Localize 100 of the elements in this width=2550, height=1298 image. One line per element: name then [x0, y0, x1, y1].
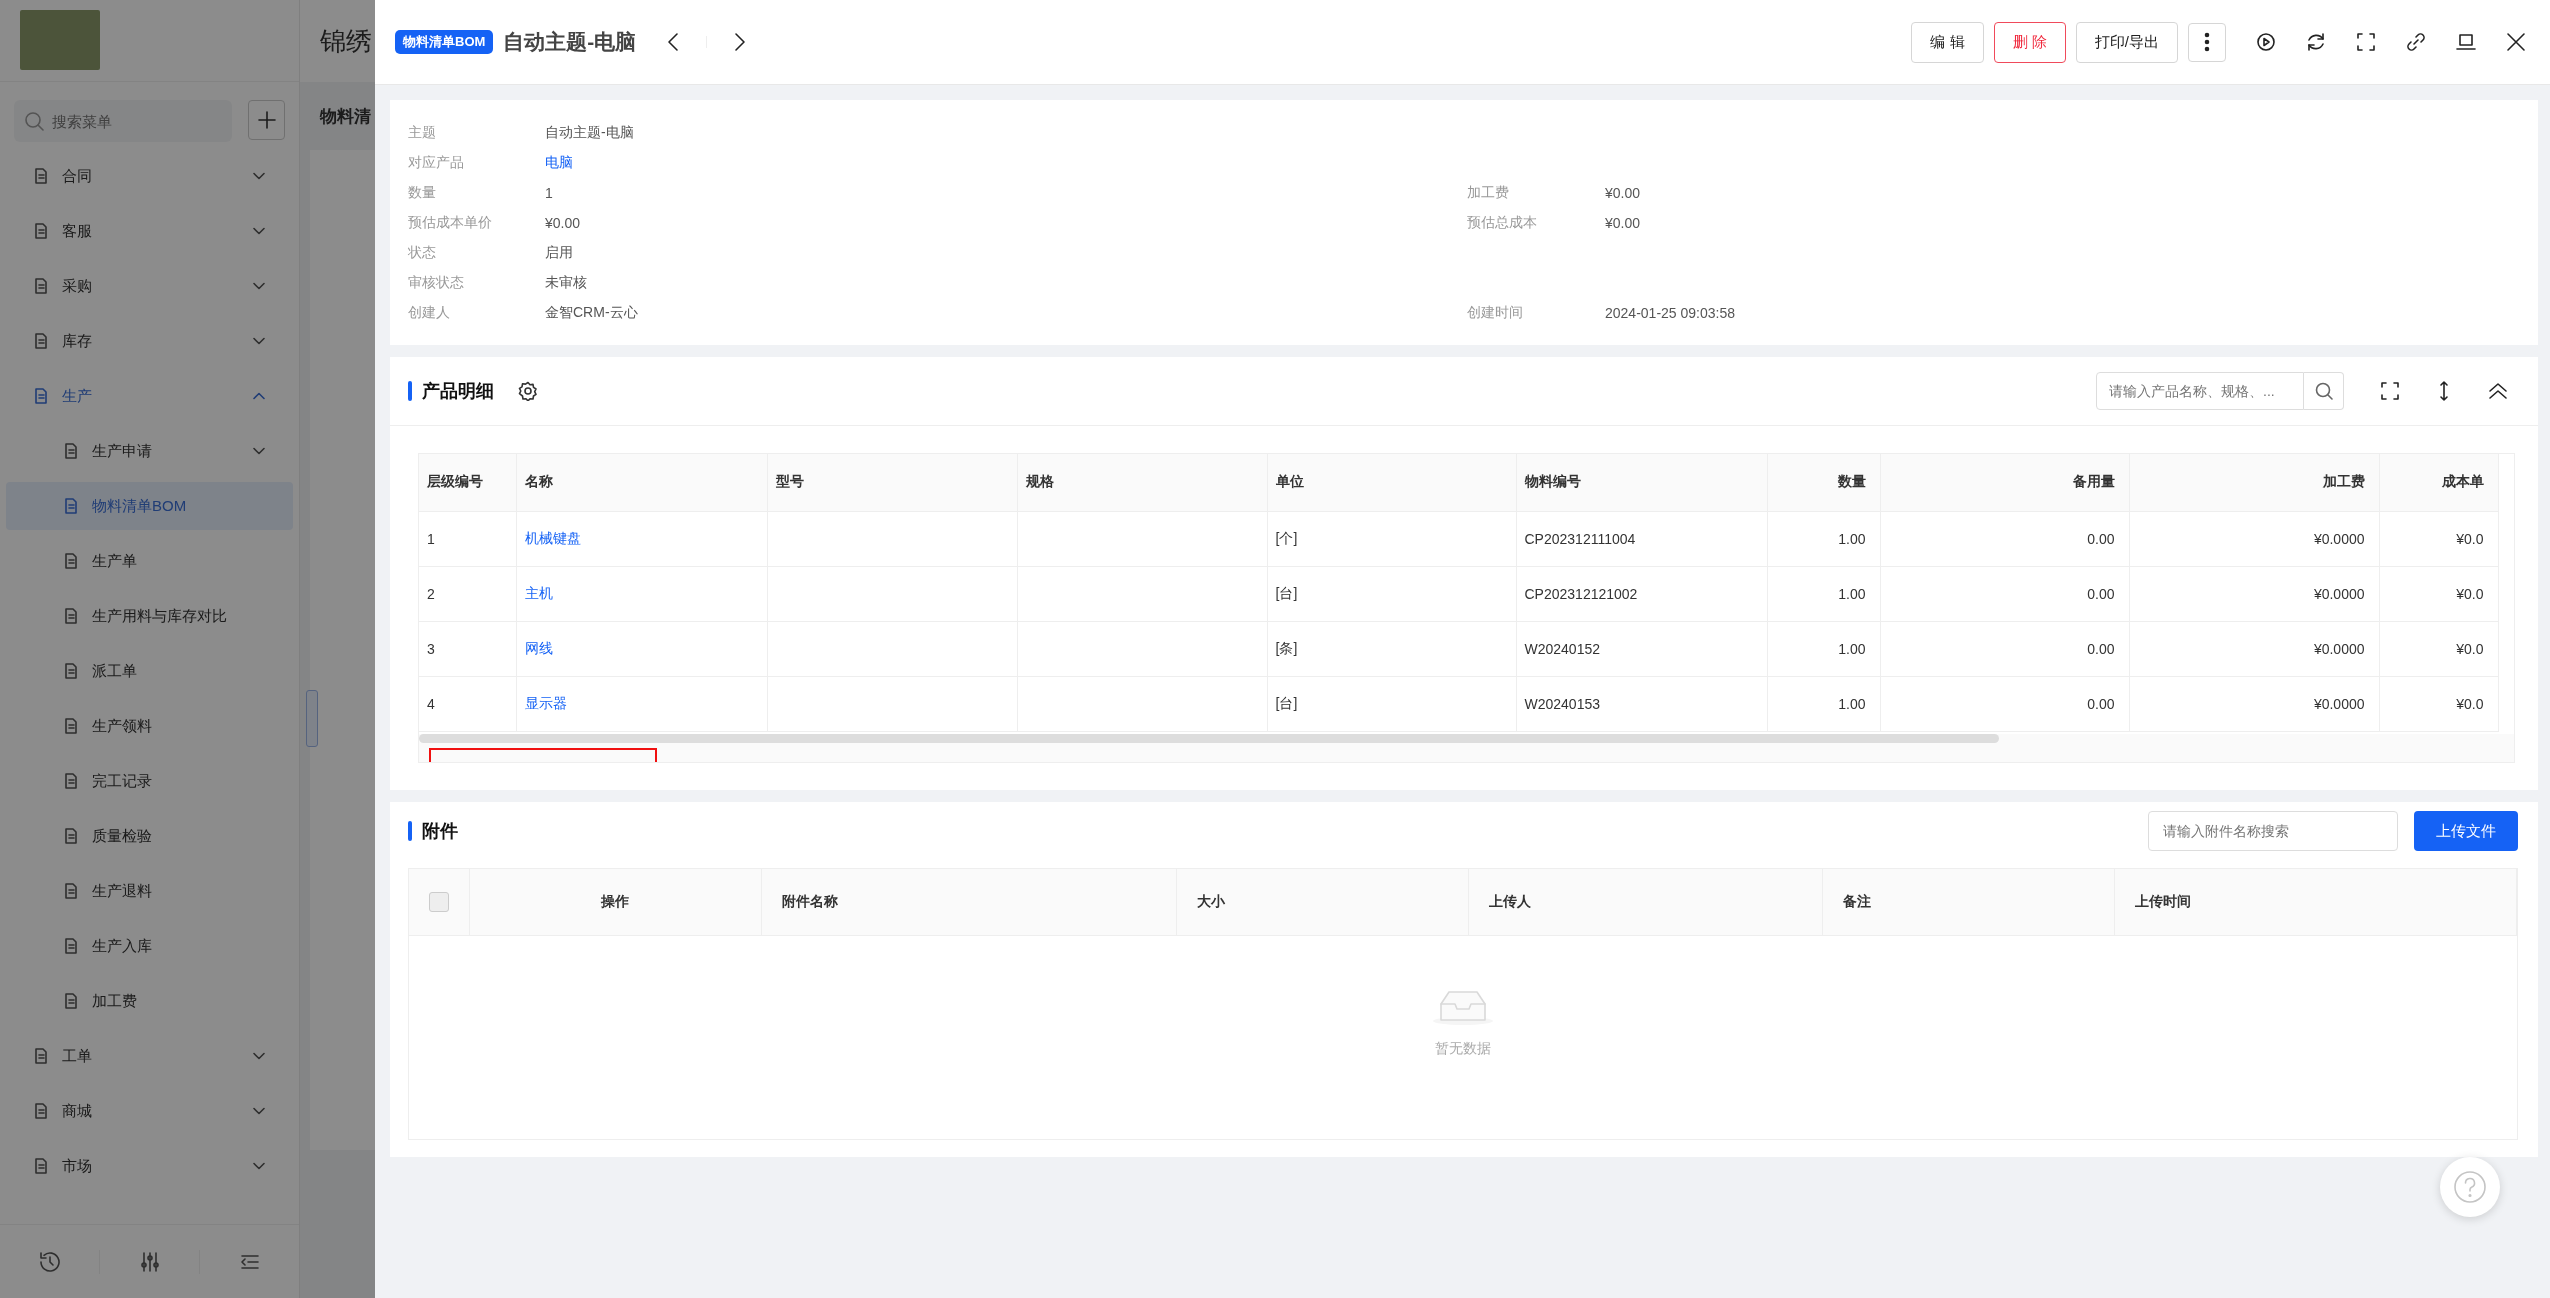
column-header: 单位 — [1275, 473, 1304, 490]
field-link[interactable]: 电脑 — [545, 154, 573, 172]
field-value: 启用 — [545, 244, 573, 262]
laptop-icon — [2455, 31, 2477, 53]
table-cell: ¥0.0 — [2456, 640, 2484, 657]
menu-item[interactable]: 采购 — [6, 262, 293, 310]
column-header: 上传时间 — [2134, 892, 2191, 909]
product-link[interactable]: 显示器 — [524, 694, 567, 711]
field-value: 自动主题-电脑 — [545, 124, 634, 142]
document-icon — [64, 938, 78, 954]
table-cell: 0.00 — [2087, 530, 2115, 547]
table-cell: 0.00 — [2087, 585, 2115, 602]
menu-item[interactable]: 派工单 — [6, 647, 293, 695]
delete-button[interactable]: 删 除 — [1993, 21, 2066, 63]
scrollbar-thumb[interactable] — [419, 733, 1999, 743]
table-cell: 0.00 — [2087, 695, 2115, 712]
section-title: 产品明细 — [422, 380, 494, 403]
field-value: 1 — [545, 185, 553, 201]
table-cell: [台] — [1275, 584, 1298, 601]
menu-item[interactable]: 客服 — [6, 207, 293, 255]
column-header: 成本单 — [2441, 473, 2484, 490]
empty-state-text: 暂无数据 — [1435, 1039, 1491, 1058]
chevron-down-icon — [253, 227, 265, 235]
table-cell: 3 — [427, 640, 435, 657]
table-cell: ¥0.0 — [2456, 695, 2484, 712]
fullscreen-icon — [2355, 31, 2377, 53]
table-cell: 1.00 — [1838, 640, 1866, 657]
action-button[interactable]: 打印/导出 — [2075, 21, 2178, 63]
document-icon — [64, 663, 78, 679]
menu-item[interactable]: 物料清单BOM — [6, 482, 293, 530]
menu-item[interactable]: 商城 — [6, 1087, 293, 1135]
search-field[interactable]: 请输入附件名称搜索 — [2148, 811, 2398, 851]
menu-item[interactable]: 合同 — [6, 152, 293, 200]
document-icon — [64, 553, 78, 569]
menu-item[interactable]: 完工记录 — [6, 757, 293, 805]
column-header: 名称 — [524, 473, 553, 490]
field-label: 对应产品 — [408, 154, 464, 172]
chevron-down-icon — [253, 282, 265, 290]
menu-item[interactable]: 生产 — [6, 372, 293, 420]
table-cell: ¥0.0 — [2456, 530, 2484, 547]
table-cell: 4 — [427, 695, 435, 712]
menu-item[interactable]: 生产退料 — [6, 867, 293, 915]
menu-item[interactable]: 生产申请 — [6, 427, 293, 475]
table-cell: [条] — [1275, 639, 1298, 656]
link-icon — [2405, 31, 2427, 53]
add-button[interactable] — [248, 100, 285, 140]
next-icon — [733, 31, 748, 53]
document-icon — [34, 388, 48, 404]
document-icon — [34, 278, 48, 294]
help-icon — [2452, 1169, 2488, 1205]
field-label: 审核状态 — [408, 274, 464, 292]
select-all-checkbox[interactable] — [428, 891, 449, 912]
document-icon — [64, 883, 78, 899]
table-cell: 1 — [427, 530, 435, 547]
chevron-down-icon — [253, 447, 265, 455]
menu-item[interactable]: 生产单 — [6, 537, 293, 585]
document-icon — [64, 718, 78, 734]
column-header: 备用量 — [2072, 473, 2115, 490]
column-header: 大小 — [1197, 892, 1225, 909]
field-label: 状态 — [408, 244, 436, 262]
field-label: 预估总成本 — [1467, 214, 1537, 232]
module-badge: 物料清单BOM — [395, 30, 494, 54]
table-cell: [个] — [1275, 529, 1298, 546]
chevron-down-icon — [253, 337, 265, 345]
menu-item[interactable]: 质量检验 — [6, 812, 293, 860]
product-link[interactable]: 机械键盘 — [524, 529, 581, 546]
column-header: 型号 — [775, 473, 804, 490]
expand-handle[interactable] — [306, 690, 318, 747]
document-icon — [64, 498, 78, 514]
upload-button[interactable]: 上传文件 — [2414, 811, 2518, 851]
document-icon — [34, 1103, 48, 1119]
menu-item[interactable]: 生产入库 — [6, 922, 293, 970]
search-button[interactable] — [2304, 372, 2344, 410]
product-link[interactable]: 网线 — [524, 639, 553, 656]
menu-item[interactable]: 市场 — [6, 1142, 293, 1190]
table-cell: CP202312121002 — [1524, 585, 1638, 602]
menu-item[interactable]: 库存 — [6, 317, 293, 365]
menu-item[interactable]: 生产领料 — [6, 702, 293, 750]
table-cell: 1.00 — [1838, 530, 1866, 547]
more-icon — [2204, 32, 2210, 52]
field-label: 加工费 — [1467, 184, 1509, 202]
table-cell: ¥0.0000 — [2313, 640, 2365, 657]
more-button[interactable] — [2188, 22, 2226, 62]
table-cell: ¥0.0000 — [2313, 530, 2365, 547]
search-field[interactable]: 搜索菜单 — [14, 100, 232, 142]
product-link[interactable]: 主机 — [524, 584, 553, 601]
menu-item[interactable]: 加工费 — [6, 977, 293, 1025]
field-label: 预估成本单价 — [408, 214, 492, 232]
search-field[interactable]: 请输入产品名称、规格、... — [2096, 372, 2304, 410]
settings-icon — [518, 381, 538, 401]
action-button[interactable]: 编 辑 — [1911, 21, 1984, 63]
table-cell: ¥0.0000 — [2313, 695, 2365, 712]
field-value: 未审核 — [545, 274, 587, 292]
document-icon — [34, 168, 48, 184]
help-button[interactable] — [2440, 1157, 2500, 1217]
menu-item[interactable]: 生产用料与库存对比 — [6, 592, 293, 640]
chevron-down-icon — [253, 1107, 265, 1115]
play-icon — [2255, 31, 2277, 53]
menu-item[interactable]: 工单 — [6, 1032, 293, 1080]
chevron-down-icon — [253, 1052, 265, 1060]
